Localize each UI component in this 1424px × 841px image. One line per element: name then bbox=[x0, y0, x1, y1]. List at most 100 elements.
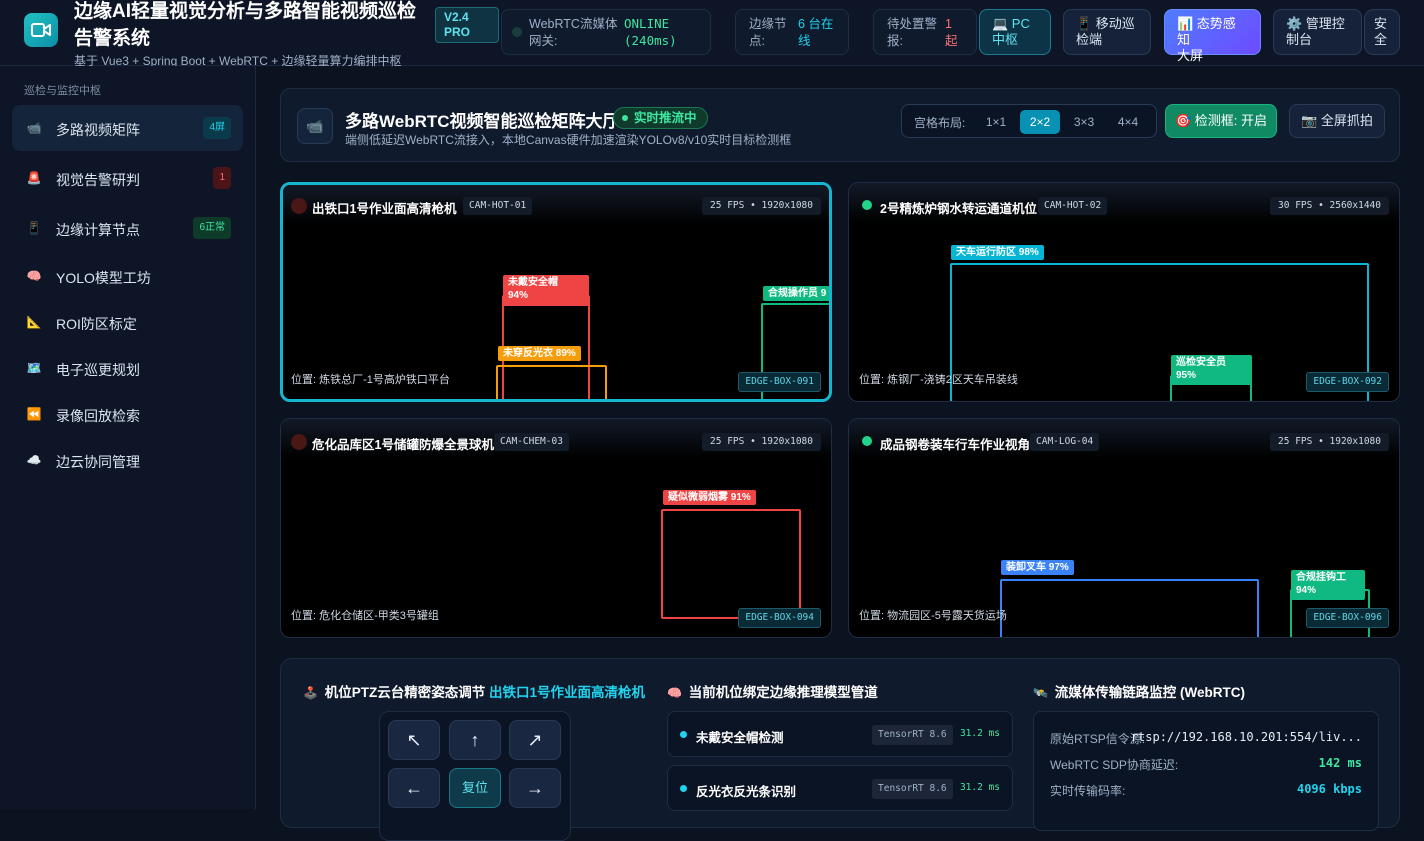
control-panel: 🕹️ 机位PTZ云台精密姿态调节 出铁口1号作业面高清枪机 ↖ ↑ ↗ ← 复位… bbox=[280, 658, 1400, 841]
edge-box-badge: EDGE-BOX-091 bbox=[738, 372, 821, 392]
cloud-icon: ☁️ bbox=[26, 453, 42, 467]
rtsp-source-row: 原始RTSP信令源: rtsp://192.168.10.201:554/liv… bbox=[1050, 730, 1362, 746]
grid-option-4x4[interactable]: 4×4 bbox=[1108, 110, 1148, 134]
sidebar-item-edge-cloud[interactable]: ☁️ 边云协同管理 bbox=[12, 437, 243, 483]
status-badge: 6正常 bbox=[193, 217, 231, 239]
camera-id: CAM-CHEM-03 bbox=[494, 433, 569, 451]
camera-fps: 25 FPS • 1920x1080 bbox=[1270, 433, 1389, 451]
mobile-inspection-button[interactable]: 📱 移动巡 检端 bbox=[1063, 9, 1151, 55]
detection-label: 未戴安全帽 94% bbox=[503, 275, 589, 306]
bitrate-row: 实时传输码率: 4096 kbps bbox=[1050, 782, 1362, 798]
camera-id: CAM-HOT-01 bbox=[463, 197, 533, 215]
sidebar-item-label: 边云协同管理 bbox=[56, 454, 140, 470]
camera-tile-cam-hot-02[interactable]: 2号精炼炉钢水转运通道机位 CAM-HOT-02 30 FPS • 2560x1… bbox=[848, 182, 1400, 402]
model-status-dot bbox=[680, 785, 687, 792]
ruler-icon: 📐 bbox=[26, 315, 42, 329]
main-content: 📹 多路WebRTC视频智能巡检矩阵大厅 实时推流中 端侧低延迟WebRTC流接… bbox=[256, 66, 1424, 841]
sidebar-section-title: 巡检与监控中枢 bbox=[24, 85, 101, 97]
camera-name: 出铁口1号作业面高清枪机 bbox=[312, 202, 457, 216]
model-name: 反光衣反光条识别 bbox=[696, 785, 797, 799]
sidebar-item-edge-nodes[interactable]: 📱 边缘计算节点 6正常 bbox=[12, 205, 243, 251]
detection-label: 巡检安全员 95% bbox=[1171, 355, 1252, 385]
stream-link-stats: 原始RTSP信令源: rtsp://192.168.10.201:554/liv… bbox=[1033, 711, 1379, 831]
detection-box bbox=[1000, 579, 1259, 637]
ptz-up-left-button[interactable]: ↖ bbox=[388, 720, 440, 760]
safety-button[interactable]: 安全 bbox=[1364, 9, 1400, 55]
grid-option-3x3[interactable]: 3×3 bbox=[1064, 110, 1104, 134]
detection-box bbox=[661, 509, 801, 619]
detection-box-toggle[interactable]: 🎯 检测框: 开启 bbox=[1165, 104, 1277, 138]
camera-tile-cam-hot-01[interactable]: 出铁口1号作业面高清枪机 CAM-HOT-01 25 FPS • 1920x10… bbox=[280, 182, 832, 402]
camera-tile-cam-chem-03[interactable]: 危化品库区1号储罐防爆全景球机 CAM-CHEM-03 25 FPS • 192… bbox=[280, 418, 832, 638]
app-logo bbox=[24, 13, 58, 47]
stat-edge-nodes: 边缘节 点: 6 台在 线 bbox=[735, 9, 849, 55]
edge-box-badge: EDGE-BOX-094 bbox=[738, 608, 821, 628]
model-pipeline-row[interactable]: 未戴安全帽检测 TensorRT 8.6 31.2 ms bbox=[667, 711, 1013, 757]
ptz-panel-title: 🕹️ 机位PTZ云台精密姿态调节 出铁口1号作业面高清枪机 bbox=[303, 685, 646, 700]
ptz-target-camera: 出铁口1号作业面高清枪机 bbox=[489, 685, 646, 700]
brain-icon: 🧠 bbox=[26, 269, 42, 283]
alarm-status-dot bbox=[291, 198, 307, 214]
sidebar-item-label: 录像回放检索 bbox=[56, 408, 140, 424]
ptz-left-button[interactable]: ← bbox=[388, 768, 440, 808]
admin-console-button[interactable]: ⚙️ 管理控 制台 bbox=[1273, 9, 1362, 55]
sidebar-item-patrol-plan[interactable]: 🗺️ 电子巡更规划 bbox=[12, 345, 243, 391]
alarm-count-badge: 1 bbox=[213, 167, 231, 189]
inference-engine-badge: TensorRT 8.6 bbox=[872, 725, 953, 745]
live-status-badge: 实时推流中 bbox=[613, 107, 708, 129]
stat-webrtc-gateway: WebRTC流媒体 网关: ONLINE (240ms) bbox=[501, 9, 711, 55]
sidebar-item-yolo-models[interactable]: 🧠 YOLO模型工坊 bbox=[12, 253, 243, 299]
detection-label: 天车运行防区 98% bbox=[951, 245, 1044, 260]
sdp-latency-row: WebRTC SDP协商延迟: 142 ms bbox=[1050, 756, 1362, 772]
ptz-up-button[interactable]: ↑ bbox=[449, 720, 501, 760]
grid-option-1x1[interactable]: 1×1 bbox=[976, 110, 1016, 134]
camera-tile-cam-log-04[interactable]: 成品钢卷装车行车作业视角 CAM-LOG-04 25 FPS • 1920x10… bbox=[848, 418, 1400, 638]
brain-icon: 🧠 bbox=[667, 686, 682, 700]
sidebar-item-label: 边缘计算节点 bbox=[56, 222, 140, 238]
status-dot bbox=[512, 27, 522, 37]
ptz-reset-button[interactable]: 复位 bbox=[449, 768, 501, 808]
ptz-right-button[interactable]: → bbox=[509, 768, 561, 808]
page-title: 多路WebRTC视频智能巡检矩阵大厅 bbox=[345, 112, 620, 131]
sidebar-item-label: 视觉告警研判 bbox=[56, 172, 140, 188]
camera-fps: 30 FPS • 2560x1440 bbox=[1270, 197, 1389, 215]
camera-id: CAM-HOT-02 bbox=[1038, 197, 1108, 215]
online-status-dot bbox=[862, 436, 872, 446]
camera-fps: 25 FPS • 1920x1080 bbox=[702, 197, 821, 215]
fullscreen-capture-button[interactable]: 📷 全屏抓拍 bbox=[1289, 104, 1385, 138]
grid-option-2x2[interactable]: 2×2 bbox=[1020, 110, 1060, 134]
sidebar-item-label: YOLO模型工坊 bbox=[56, 270, 151, 286]
detection-box bbox=[496, 365, 607, 399]
ptz-up-right-button[interactable]: ↗ bbox=[509, 720, 561, 760]
sidebar: 巡检与监控中枢 📹 多路视频矩阵 4屏 🚨 视觉告警研判 1 📱 边缘计算节点 … bbox=[0, 66, 256, 809]
edge-box-badge: EDGE-BOX-096 bbox=[1306, 608, 1389, 628]
camera-id: CAM-LOG-04 bbox=[1030, 433, 1100, 451]
matrix-toolbar-card: 📹 多路WebRTC视频智能巡检矩阵大厅 实时推流中 端侧低延迟WebRTC流接… bbox=[280, 88, 1400, 162]
camera-icon: 📹 bbox=[26, 121, 42, 135]
camera-location: 位置: 物流园区-5号露天货运场 bbox=[859, 610, 1007, 622]
pc-hub-button[interactable]: 💻 PC 中枢 bbox=[979, 9, 1051, 55]
inference-engine-badge: TensorRT 8.6 bbox=[872, 779, 953, 799]
app-header: 边缘AI轻量视觉分析与多路智能视频巡检告警系统 基于 Vue3 + Spring… bbox=[0, 0, 1424, 68]
sidebar-item-video-matrix[interactable]: 📹 多路视频矩阵 4屏 bbox=[12, 105, 243, 151]
situation-screen-button[interactable]: 📊 态势感知 大屏 bbox=[1164, 9, 1261, 63]
model-pipeline-row[interactable]: 反光衣反光条识别 TensorRT 8.6 31.2 ms bbox=[667, 765, 1013, 811]
sidebar-item-roi-zones[interactable]: 📐 ROI防区标定 bbox=[12, 299, 243, 345]
siren-icon: 🚨 bbox=[26, 171, 42, 185]
satellite-icon: 🛰️ bbox=[1033, 686, 1048, 700]
detection-label: 合规挂钩工 94% bbox=[1291, 570, 1365, 600]
model-latency: 31.2 ms bbox=[959, 782, 1000, 793]
alarm-status-dot bbox=[291, 434, 307, 450]
detection-label: 疑似微弱烟雾 91% bbox=[663, 490, 756, 505]
model-latency: 31.2 ms bbox=[959, 728, 1000, 739]
page-description: 端侧低延迟WebRTC流接入，本地Canvas硬件加速渲染YOLOv8/v10实… bbox=[345, 133, 792, 147]
device-icon: 📱 bbox=[26, 221, 42, 235]
grid-layout-selector: 宫格布局: 1×1 2×2 3×3 4×4 bbox=[901, 104, 1157, 138]
camera-location: 位置: 炼铁总厂-1号高炉铁口平台 bbox=[291, 374, 450, 386]
detection-label: 合规操作员 9 bbox=[763, 286, 829, 301]
sidebar-item-label: 电子巡更规划 bbox=[56, 362, 140, 378]
sidebar-item-playback[interactable]: ⏪ 录像回放检索 bbox=[12, 391, 243, 437]
joystick-icon: 🕹️ bbox=[303, 686, 318, 700]
sidebar-item-alarm-review[interactable]: 🚨 视觉告警研判 1 bbox=[12, 155, 243, 201]
camera-name: 2号精炼炉钢水转运通道机位 bbox=[880, 202, 1037, 216]
